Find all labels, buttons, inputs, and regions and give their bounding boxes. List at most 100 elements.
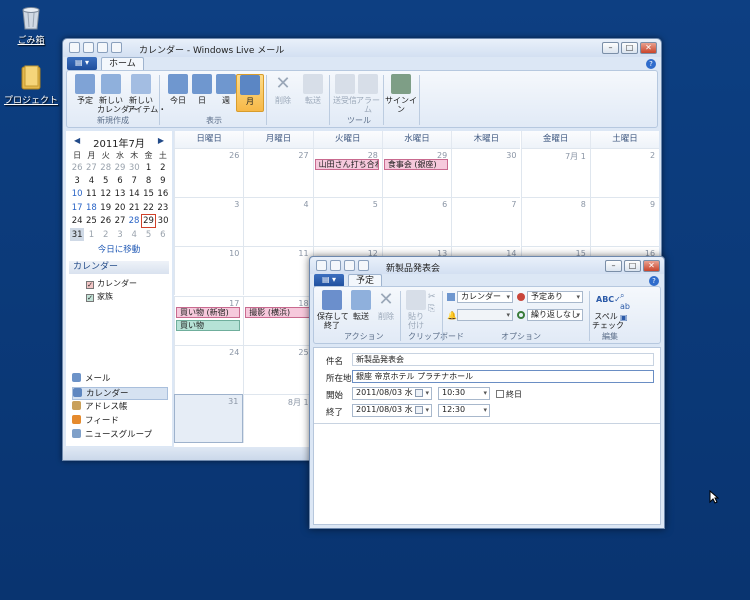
new-item-button[interactable]: 新しい アイテム・ — [127, 74, 166, 114]
mini-calendar-day[interactable]: 31 — [70, 227, 85, 242]
start-time-select[interactable]: 10:30 — [438, 387, 490, 400]
mini-calendar-day[interactable]: 30 — [156, 215, 170, 228]
mini-calendar-day[interactable]: 1 — [84, 228, 98, 241]
paste-button[interactable]: 貼り 付け — [402, 290, 430, 330]
day-cell[interactable]: 8 — [520, 197, 590, 247]
mini-calendar-day[interactable]: 6 — [113, 174, 127, 187]
mini-calendar-day[interactable]: 26 — [99, 215, 113, 228]
checkbox-icon[interactable]: ✓ — [86, 281, 94, 289]
project-folder[interactable]: プロジェクト — [1, 64, 61, 106]
mini-calendar-day[interactable]: 29 — [140, 214, 157, 229]
delete-button[interactable]: ✕ 削除 — [269, 74, 297, 106]
mini-calendar-day[interactable]: 12 — [99, 188, 113, 201]
sync-icon[interactable] — [97, 42, 108, 53]
day-cell[interactable]: 26 — [174, 148, 244, 197]
next-month-arrow[interactable]: ▶ — [158, 136, 164, 145]
reminder-select[interactable] — [457, 309, 513, 321]
nav-mail[interactable]: メール — [72, 373, 168, 386]
mini-calendar-day[interactable]: 26 — [70, 161, 84, 174]
mini-calendar-day[interactable]: 28 — [99, 161, 113, 174]
new-calendar-button[interactable]: 新しい カレンダー — [97, 74, 137, 114]
maximize-button[interactable]: □ — [624, 260, 641, 272]
mini-calendar-day[interactable]: 15 — [141, 188, 155, 201]
mini-calendar-day[interactable]: 24 — [70, 215, 84, 228]
day-cell[interactable]: 28 — [312, 148, 382, 197]
checkbox-icon[interactable]: ✓ — [86, 294, 94, 302]
edit-small-icons[interactable]: ⌕ ab ▣ — [620, 290, 630, 323]
mini-calendar-day[interactable]: 3 — [113, 228, 127, 241]
day-cell[interactable]: 6 — [381, 197, 452, 247]
mini-calendar-day[interactable]: 10 — [70, 188, 84, 201]
mini-calendar-day[interactable]: 21 — [127, 201, 141, 214]
save-close-button[interactable]: 保存して 終了 — [317, 290, 349, 330]
mini-calendar-day[interactable]: 19 — [99, 201, 113, 214]
go-today-link[interactable]: 今日に移動 — [66, 243, 172, 255]
sign-in-button[interactable]: サインイン — [385, 74, 417, 114]
close-button[interactable]: ✕ — [640, 42, 657, 54]
day-cell[interactable]: 7 — [451, 197, 521, 247]
nav-newsgroups[interactable]: ニュースグループ — [72, 429, 168, 442]
mini-calendar-day[interactable]: 28 — [127, 215, 141, 228]
calendar-event[interactable]: 買い物 — [176, 319, 241, 331]
calendar-event[interactable]: 山田さん打ち合わせ — [314, 159, 379, 170]
day-cell[interactable]: 3 — [174, 197, 244, 247]
nav-calendar[interactable]: カレンダー — [72, 387, 168, 400]
location-input[interactable]: 銀座 帝京ホテル プラチナホール — [352, 370, 654, 383]
qat-dropdown-icon[interactable] — [111, 42, 122, 53]
minimize-button[interactable]: – — [602, 42, 619, 54]
day-cell[interactable]: 7月 1 — [520, 148, 590, 197]
calendars-header[interactable]: カレンダー — [69, 261, 169, 274]
app-menu-button[interactable]: ▤ ▾ — [67, 57, 97, 70]
mini-calendar-day[interactable]: 20 — [113, 201, 127, 214]
day-cell[interactable]: 9 — [589, 197, 660, 247]
nav-feeds[interactable]: フィード — [72, 415, 168, 428]
new-icon[interactable] — [83, 42, 94, 53]
end-calendar-icon[interactable] — [415, 406, 423, 414]
app-icon[interactable] — [69, 42, 80, 53]
mini-calendar-day[interactable]: 2 — [99, 228, 113, 241]
mini-calendar-day[interactable]: 11 — [84, 188, 98, 201]
subject-input[interactable]: 新製品発表会 — [352, 353, 654, 366]
mini-calendar-day[interactable]: 29 — [113, 161, 127, 174]
mini-calendar-day[interactable]: 14 — [127, 188, 141, 201]
mini-calendar-day[interactable]: 8 — [141, 174, 155, 187]
spell-check-button[interactable]: ABC✓ スペル チェック — [592, 290, 624, 330]
dialog-delete-button[interactable]: ✕ 削除 — [372, 290, 400, 322]
day-cell[interactable]: 4 — [243, 197, 313, 247]
nav-contacts[interactable]: アドレス帳 — [72, 401, 168, 414]
mini-calendar-day[interactable]: 9 — [156, 174, 170, 187]
mini-calendar-day[interactable]: 30 — [127, 161, 141, 174]
repeat-select[interactable]: 繰り返しなし — [527, 309, 583, 321]
calendar-item-family[interactable]: ✓ 家族 — [86, 291, 113, 302]
calendar-event[interactable]: 買い物 (新宿) — [176, 306, 241, 318]
help-icon[interactable]: ? — [646, 59, 656, 69]
day-cell[interactable]: 31 — [174, 394, 244, 443]
mini-calendar-day[interactable]: 5 — [141, 228, 155, 241]
dialog-forward-button[interactable]: 転送 — [347, 290, 375, 321]
mini-calendar-day[interactable]: 2 — [156, 161, 170, 174]
tab-home[interactable]: ホーム — [101, 57, 144, 70]
day-cell[interactable]: 11 — [243, 246, 313, 296]
day-cell[interactable]: 30 — [451, 148, 521, 197]
day-cell[interactable]: 27 — [243, 148, 313, 197]
mini-calendar-day[interactable]: 4 — [127, 228, 141, 241]
day-cell[interactable]: 2 — [589, 148, 660, 197]
mini-calendar-day[interactable]: 27 — [113, 215, 127, 228]
mini-calendar-day[interactable]: 1 — [141, 161, 155, 174]
start-calendar-icon[interactable] — [415, 389, 423, 397]
mini-calendar-day[interactable]: 18 — [84, 201, 98, 214]
mini-calendar-day[interactable]: 4 — [84, 174, 98, 187]
day-cell[interactable]: 10 — [174, 246, 244, 296]
close-x-icon[interactable] — [330, 260, 341, 271]
busy-select[interactable]: 予定あり — [527, 291, 583, 303]
redo-icon[interactable] — [358, 260, 369, 271]
mini-calendar-day[interactable]: 13 — [113, 188, 127, 201]
mini-calendar-day[interactable]: 3 — [70, 174, 84, 187]
all-day-checkbox[interactable]: 終日 — [496, 389, 522, 400]
mini-calendar-day[interactable]: 6 — [156, 228, 170, 241]
minimize-button[interactable]: – — [605, 260, 622, 272]
mini-calendar-day[interactable]: 25 — [84, 215, 98, 228]
mini-calendar-day[interactable]: 17 — [70, 201, 84, 214]
close-button[interactable]: ✕ — [643, 260, 660, 272]
day-cell[interactable]: 8月 1 — [243, 394, 313, 443]
